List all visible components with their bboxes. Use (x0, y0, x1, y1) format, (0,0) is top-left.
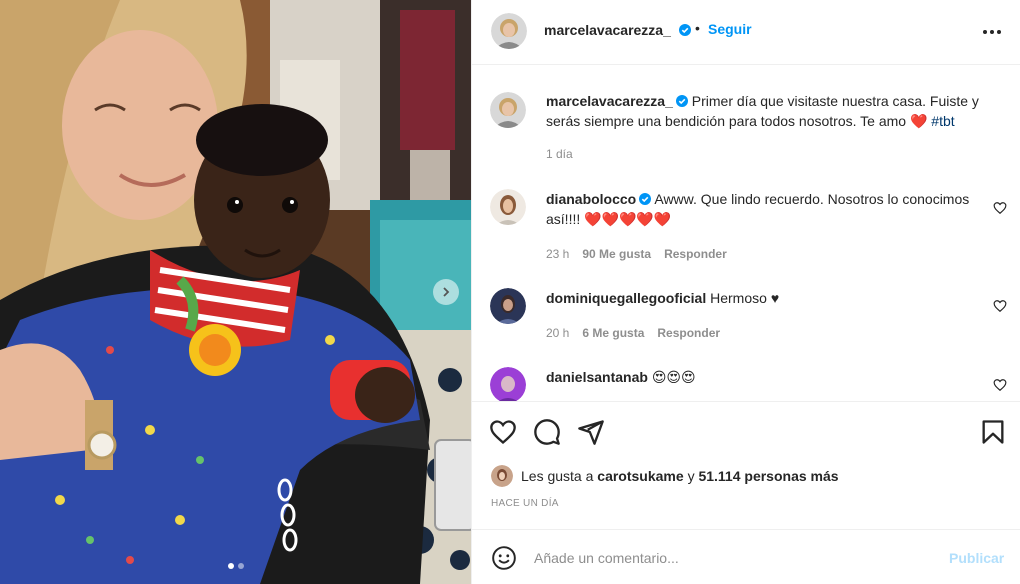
hashtag-link[interactable]: #tbt (931, 113, 954, 129)
chevron-right-icon (443, 287, 450, 297)
comment-username[interactable]: dominiquegallegooficial (546, 290, 706, 306)
save-bookmark-icon[interactable] (979, 418, 1007, 446)
likes-count[interactable]: 51.114 personas más (698, 468, 838, 484)
comment-meta: 20 h 6 Me gusta Responder (546, 326, 720, 340)
comment-composer: Publicar (472, 529, 1020, 584)
caption-username[interactable]: marcelavacarezza_ (546, 93, 673, 109)
comment-emoji: 😍😍😍 (651, 369, 696, 385)
likes-conjunction: y (687, 468, 695, 484)
comment-meta: 23 h 90 Me gusta Responder (546, 247, 727, 261)
comment-likes[interactable]: 6 Me gusta (582, 326, 644, 340)
separator-dot: • (695, 20, 700, 36)
like-comment-heart-icon[interactable] (993, 201, 1007, 215)
post-actions: Les gusta a carotsukame y 51.114 persona… (472, 401, 1020, 529)
verified-badge-icon (675, 95, 688, 107)
like-heart-icon[interactable] (489, 418, 517, 446)
comment-text: dianabolocco Awww. Que lindo recuerdo. N… (546, 189, 986, 229)
comment-input[interactable] (534, 547, 934, 569)
comment-emoji: ♥ (770, 290, 780, 306)
comment-text: dominiquegallegooficial Hermoso ♥ (546, 288, 986, 308)
next-photo-button[interactable] (433, 279, 459, 305)
liker-username[interactable]: carotsukame (597, 468, 683, 484)
more-options-button[interactable] (981, 22, 1003, 42)
author-avatar[interactable] (490, 92, 526, 128)
comments-list[interactable]: marcelavacarezza_ Primer día que visitas… (472, 65, 1020, 401)
commenter-avatar[interactable] (490, 189, 526, 225)
comment-likes[interactable]: 90 Me gusta (582, 247, 651, 261)
comment-age[interactable]: 23 h (546, 247, 569, 261)
reply-button[interactable]: Responder (657, 326, 720, 340)
caption-meta: 1 día (546, 147, 573, 161)
likes-prefix: Les gusta a (521, 468, 594, 484)
comment-body: Hermoso (710, 290, 767, 306)
photo-pagination (0, 563, 471, 569)
publish-button[interactable]: Publicar (949, 550, 1004, 566)
liker-avatar[interactable] (491, 465, 513, 487)
more-dot (990, 30, 994, 34)
comment-username[interactable]: danielsantanab (546, 369, 648, 385)
share-send-icon[interactable] (577, 418, 605, 446)
commenter-avatar[interactable] (490, 367, 526, 401)
likes-summary: Les gusta a carotsukame y 51.114 persona… (491, 465, 839, 487)
photo-image (0, 0, 471, 584)
verified-badge-icon (639, 193, 652, 205)
post-panel: marcelavacarezza_ • Seguir marcelavacare… (471, 0, 1020, 584)
comment-username[interactable]: dianabolocco (546, 191, 636, 207)
post-header: marcelavacarezza_ • Seguir (472, 0, 1020, 65)
emoji-smiley-icon[interactable] (491, 545, 517, 571)
follow-button[interactable]: Seguir (708, 21, 752, 37)
like-comment-heart-icon[interactable] (993, 378, 1007, 392)
comment-bubble-icon[interactable] (533, 418, 561, 446)
commenter-avatar[interactable] (490, 288, 526, 324)
comment-text: danielsantanab 😍😍😍 (546, 367, 986, 387)
caption-heart-emoji: ❤️ (909, 113, 928, 129)
like-comment-heart-icon[interactable] (993, 299, 1007, 313)
post-photo[interactable] (0, 0, 471, 584)
comment-age[interactable]: 20 h (546, 326, 569, 340)
pagination-dot-active (227, 563, 234, 569)
author-username[interactable]: marcelavacarezza_ (544, 22, 671, 38)
caption-text: marcelavacarezza_ Primer día que visitas… (546, 91, 986, 131)
pagination-dot (237, 563, 244, 569)
verified-badge-icon (679, 24, 691, 36)
more-dot (997, 30, 1001, 34)
author-avatar[interactable] (491, 13, 527, 49)
reply-button[interactable]: Responder (664, 247, 727, 261)
post-timestamp[interactable]: HACE UN DÍA (491, 498, 559, 509)
caption-age[interactable]: 1 día (546, 147, 573, 161)
more-dot (983, 30, 987, 34)
comment-emoji: ❤️❤️❤️❤️❤️ (584, 211, 672, 227)
